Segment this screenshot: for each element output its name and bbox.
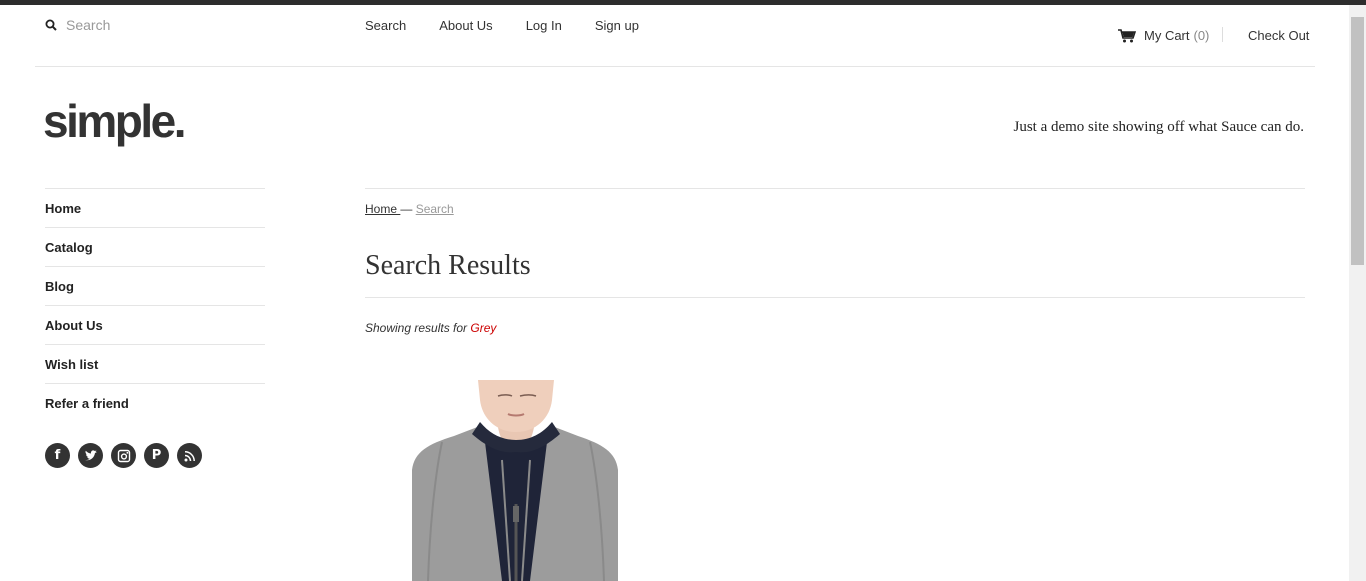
twitter-icon[interactable] — [78, 443, 103, 468]
social-links: f P — [45, 443, 202, 468]
divider — [35, 66, 1315, 67]
sidebar-item-blog[interactable]: Blog — [45, 266, 265, 305]
divider — [1222, 27, 1223, 42]
sidebar-item-refer-a-friend[interactable]: Refer a friend — [45, 383, 265, 422]
instagram-icon[interactable] — [111, 443, 136, 468]
divider — [365, 188, 1305, 189]
sidebar-item-wish-list[interactable]: Wish list — [45, 344, 265, 383]
results-summary: Showing results for Grey — [365, 321, 496, 335]
product-image[interactable] — [402, 380, 630, 581]
facebook-icon[interactable]: f — [45, 443, 70, 468]
scrollbar-thumb[interactable] — [1351, 17, 1364, 265]
checkout-link[interactable]: Check Out — [1248, 28, 1309, 43]
top-nav-sign-up[interactable]: Sign up — [595, 18, 639, 33]
rss-icon[interactable] — [177, 443, 202, 468]
pinterest-icon[interactable]: P — [144, 443, 169, 468]
site-logo[interactable]: simple. — [43, 94, 187, 148]
scrollbar[interactable] — [1349, 5, 1366, 581]
search-icon — [45, 19, 57, 31]
top-nav-search[interactable]: Search — [365, 18, 406, 33]
top-nav-log-in[interactable]: Log In — [526, 18, 562, 33]
search-box[interactable] — [45, 17, 266, 33]
sidebar-item-about-us[interactable]: About Us — [45, 305, 265, 344]
top-bar — [0, 0, 1366, 5]
search-input[interactable] — [66, 17, 266, 33]
results-prefix: Showing results for — [365, 321, 471, 335]
cart-label: My Cart — [1144, 28, 1190, 43]
breadcrumb-separator: — — [400, 202, 416, 216]
site-tagline: Just a demo site showing off what Sauce … — [1013, 119, 1304, 135]
top-nav: Search About Us Log In Sign up — [365, 18, 672, 33]
sidebar-item-home[interactable]: Home — [45, 188, 265, 227]
breadcrumb: Home — Search — [365, 202, 454, 216]
sidebar-nav: Home Catalog Blog About Us Wish list Ref… — [45, 188, 265, 422]
my-cart-link[interactable]: My Cart (0) — [1118, 28, 1209, 43]
page-title: Search Results — [365, 250, 531, 281]
top-nav-about-us[interactable]: About Us — [439, 18, 492, 33]
breadcrumb-current[interactable]: Search — [416, 202, 454, 216]
sidebar-item-catalog[interactable]: Catalog — [45, 227, 265, 266]
divider — [365, 297, 1305, 298]
breadcrumb-home[interactable]: Home — [365, 202, 400, 216]
search-term: Grey — [470, 321, 497, 335]
cart-count: (0) — [1193, 28, 1210, 43]
cart-icon — [1118, 28, 1136, 42]
